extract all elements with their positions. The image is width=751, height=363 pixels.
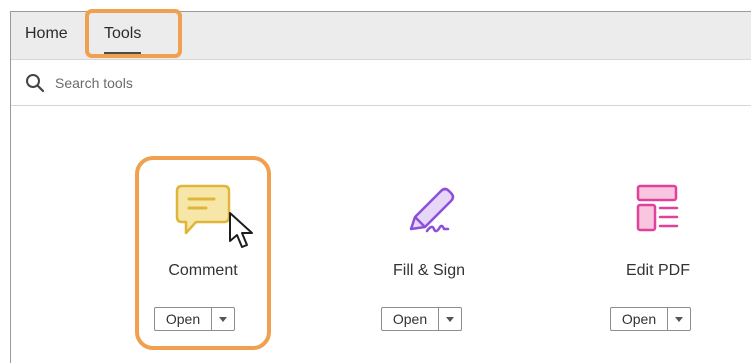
- chevron-down-icon: [675, 317, 683, 322]
- search-input[interactable]: [55, 72, 355, 94]
- fill-sign-dropdown-button[interactable]: [439, 308, 461, 330]
- active-tab-underline: [104, 52, 142, 54]
- fill-sign-icon: [409, 187, 455, 233]
- tab-bar: Home Tools: [11, 12, 751, 60]
- tool-fill-sign-label: Fill & Sign: [392, 262, 466, 279]
- search-icon: [26, 74, 45, 93]
- tab-home[interactable]: Home: [25, 25, 68, 43]
- tool-comment-label: Comment: [168, 262, 238, 279]
- mouse-pointer-icon: [229, 212, 253, 248]
- fill-sign-open-group: Open: [381, 307, 462, 331]
- edit-pdf-icon: [636, 184, 679, 232]
- edit-pdf-open-button[interactable]: Open: [611, 308, 668, 330]
- tool-edit-pdf-label: Edit PDF: [625, 262, 690, 279]
- comment-dropdown-button[interactable]: [212, 308, 234, 330]
- tab-tools[interactable]: Tools: [104, 25, 142, 54]
- chevron-down-icon: [219, 317, 227, 322]
- comment-open-button[interactable]: Open: [155, 308, 212, 330]
- fill-sign-open-button[interactable]: Open: [382, 308, 439, 330]
- search-bar: [11, 60, 751, 106]
- edit-pdf-dropdown-button[interactable]: [668, 308, 690, 330]
- edit-pdf-open-group: Open: [610, 307, 691, 331]
- comment-open-group: Open: [154, 307, 235, 331]
- chevron-down-icon: [446, 317, 454, 322]
- comment-icon: [175, 184, 231, 235]
- tab-tools-label: Tools: [104, 25, 142, 42]
